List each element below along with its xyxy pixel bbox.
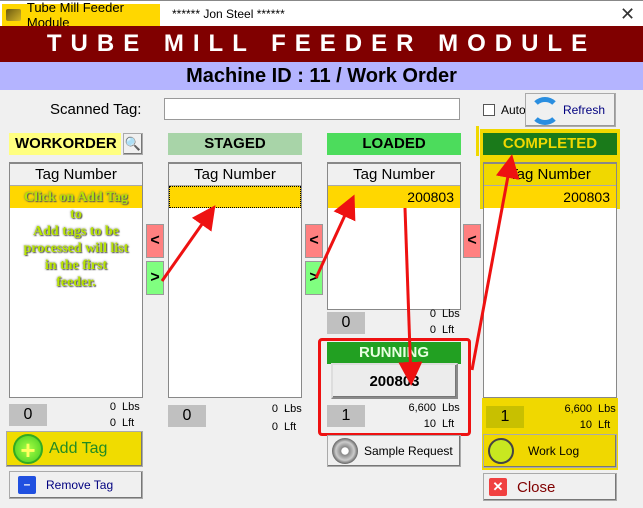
search-workorder-button[interactable]: 🔍 xyxy=(123,133,143,155)
completed-lft: 10 xyxy=(579,419,592,431)
remove-tag-label: Remove Tag xyxy=(46,478,114,492)
user-label: ****** Jon Steel ****** xyxy=(172,7,285,21)
staged-stats: 0 Lbs 0 Lft xyxy=(220,400,302,436)
instruction-line: to xyxy=(70,207,82,222)
completed-count: 1 xyxy=(486,406,524,428)
refresh-icon xyxy=(530,97,560,125)
remove-icon: – xyxy=(18,476,36,494)
auto-label: Auto xyxy=(501,103,526,117)
move-right-button-2[interactable]: > xyxy=(305,261,323,295)
loaded-stats: 0 Lbs 0 Lft xyxy=(380,306,460,338)
workorder-title: WORKORDER xyxy=(9,133,121,155)
module-title: TUBE MILL FEEDER MODULE xyxy=(0,26,643,62)
unit-lft: Lft xyxy=(598,419,611,431)
loaded-list[interactable]: Tag Number 200803 xyxy=(327,162,461,310)
loaded-col-header: Tag Number xyxy=(328,164,460,186)
workorder-instructions: Click on Add Tag to Add tags to be proce… xyxy=(10,189,142,291)
loaded-row[interactable]: 200803 xyxy=(328,186,460,208)
staged-count: 0 xyxy=(168,405,206,427)
sample-request-label: Sample Request xyxy=(364,444,453,458)
workorder-stats: 0 Lbs 0 Lft xyxy=(60,399,140,431)
auto-checkbox[interactable] xyxy=(483,104,495,116)
completed-frame-edge xyxy=(476,126,479,156)
instruction-line: Click on Add Tag xyxy=(24,190,128,205)
completed-stats: 6,600 Lbs 10 Lft xyxy=(536,401,616,433)
remove-tag-button[interactable]: – Remove Tag xyxy=(9,471,143,499)
window-close-icon[interactable]: ✕ xyxy=(620,4,635,25)
unit-lbs: Lbs xyxy=(598,403,616,415)
completed-col-header: Tag Number xyxy=(484,164,616,186)
loaded-count: 0 xyxy=(327,312,365,334)
unit-lbs: Lbs xyxy=(442,308,460,320)
instruction-line: in the first xyxy=(44,258,108,273)
title-bar: Tube Mill Feeder Module ****** Jon Steel… xyxy=(0,0,643,30)
work-log-label: Work Log xyxy=(528,444,580,458)
clock-icon xyxy=(488,438,514,464)
app-icon xyxy=(6,9,21,21)
move-left-button-3[interactable]: < xyxy=(463,224,481,258)
instruction-line: Add tags to be xyxy=(33,224,119,239)
instruction-line: feeder. xyxy=(56,275,96,290)
close-label: Close xyxy=(517,478,556,496)
workorder-col-header: Tag Number xyxy=(10,164,142,186)
completed-title: COMPLETED xyxy=(483,133,617,155)
unit-lbs: Lbs xyxy=(122,401,140,413)
unit-lbs: Lbs xyxy=(284,403,302,415)
close-button[interactable]: ✕ Close xyxy=(483,473,617,501)
running-highlight-annotation xyxy=(318,338,471,436)
refresh-label: Refresh xyxy=(562,103,605,117)
staged-col-header: Tag Number xyxy=(169,164,301,186)
sample-request-button[interactable]: Sample Request xyxy=(327,435,461,467)
add-tag-button[interactable]: + Add Tag xyxy=(6,431,143,467)
staged-row[interactable] xyxy=(169,186,301,208)
unit-lft: Lft xyxy=(442,324,455,336)
unit-lft: Lft xyxy=(284,421,297,433)
refresh-button[interactable]: Refresh xyxy=(525,93,616,127)
search-icon: 🔍 xyxy=(124,136,142,151)
add-icon: + xyxy=(13,434,43,464)
scanned-tag-input[interactable] xyxy=(164,98,460,120)
completed-lbs: 6,600 xyxy=(564,403,592,415)
move-left-button-2[interactable]: < xyxy=(305,224,323,258)
move-left-button-1[interactable]: < xyxy=(146,224,164,258)
app-tab[interactable]: Tube Mill Feeder Module xyxy=(2,0,160,30)
add-tag-label: Add Tag xyxy=(49,440,108,457)
completed-list[interactable]: Tag Number 200803 xyxy=(483,162,617,398)
workorder-count: 0 xyxy=(9,404,47,426)
unit-lft: Lft xyxy=(122,417,135,429)
staged-list[interactable]: Tag Number xyxy=(168,162,302,398)
completed-row[interactable]: 200803 xyxy=(484,186,616,208)
machine-work-order-title: Machine ID : 11 / Work Order xyxy=(0,62,643,90)
work-log-button[interactable]: Work Log xyxy=(483,434,617,468)
move-right-button-1[interactable]: > xyxy=(146,261,164,295)
workorder-list[interactable]: Tag Number Click on Add Tag to Add tags … xyxy=(9,162,143,398)
instruction-line: processed will list xyxy=(23,241,129,256)
close-icon: ✕ xyxy=(489,478,507,496)
gear-icon xyxy=(332,438,358,464)
loaded-title: LOADED xyxy=(327,133,461,155)
staged-title: STAGED xyxy=(168,133,302,155)
scanned-tag-label: Scanned Tag: xyxy=(50,101,142,118)
